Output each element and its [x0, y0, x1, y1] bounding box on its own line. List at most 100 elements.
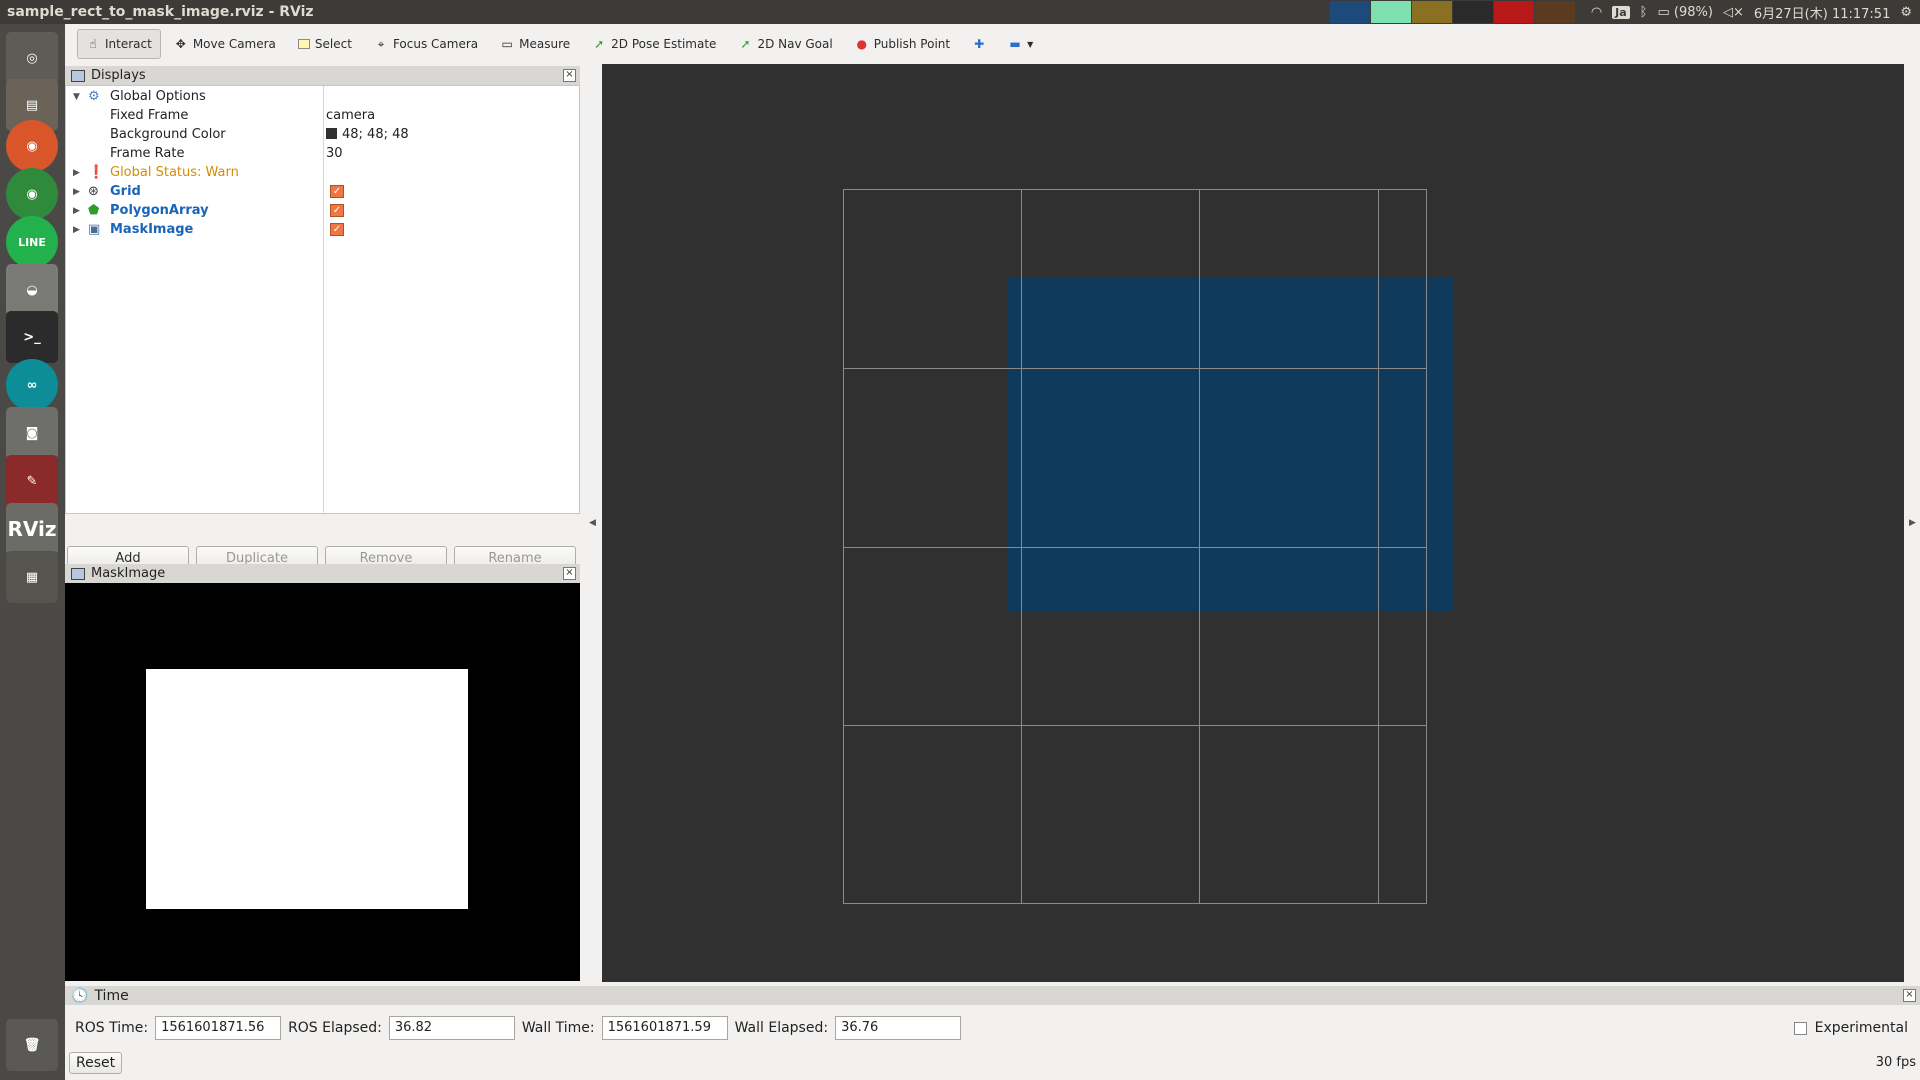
polygon-array-fill	[1008, 278, 1454, 611]
rviz-icon[interactable]: RViz	[6, 503, 58, 555]
tool-move-camera[interactable]: ✥ Move Camera	[165, 29, 285, 59]
property-key: Background Color	[110, 127, 226, 142]
wifi-icon[interactable]: ◠	[1591, 5, 1602, 20]
property-value[interactable]: 48; 48; 48	[326, 127, 409, 142]
add-tool-button[interactable]: ✚	[963, 29, 995, 59]
enabled-checkbox[interactable]: ✓	[330, 204, 344, 217]
move-icon: ✥	[175, 37, 186, 51]
grid-line	[843, 547, 1426, 548]
window-title: sample_rect_to_mask_image.rviz - RViz	[7, 4, 314, 20]
experimental-checkbox[interactable]	[1793, 1021, 1807, 1035]
tree-label: Global Options	[110, 89, 206, 104]
pin-icon: ●	[856, 37, 867, 51]
fps-readout: 30 fps	[1875, 1055, 1916, 1070]
collapse-right-icon[interactable]: ▶	[1909, 518, 1916, 528]
tool-measure[interactable]: ▭ Measure	[491, 29, 579, 59]
grid-line	[1378, 189, 1379, 904]
close-icon[interactable]: ×	[563, 567, 576, 580]
close-icon[interactable]: ×	[1903, 989, 1916, 1002]
tree-row-background-color[interactable]: Background Color 48; 48; 48	[66, 125, 581, 144]
system-monitor[interactable]	[1329, 1, 1575, 23]
property-key: Frame Rate	[110, 146, 185, 161]
tool-select[interactable]: Select	[289, 29, 361, 59]
tool-interact[interactable]: ☝ Interact	[77, 29, 161, 59]
ros-time-label: ROS Time:	[75, 1020, 149, 1036]
expand-right-icon[interactable]: ▶	[73, 225, 83, 235]
panel-title-text: MaskImage	[91, 566, 166, 581]
expand-right-icon[interactable]: ▶	[73, 168, 83, 178]
tree-row-maskimage[interactable]: ▶ ▣ MaskImage ✓	[66, 220, 581, 239]
tree-row-global-status[interactable]: ▶ ❗ Global Status: Warn	[66, 163, 581, 182]
enabled-checkbox[interactable]: ✓	[330, 223, 344, 236]
wall-time-label: Wall Time:	[521, 1020, 595, 1036]
displays-panel: Displays × ▼ ⚙ Global Options Fixed Fram…	[65, 66, 581, 570]
tree-label: MaskImage	[110, 222, 194, 237]
bluetooth-icon[interactable]: ᛒ	[1640, 5, 1648, 20]
tool-2d-pose-estimate[interactable]: ➚ 2D Pose Estimate	[583, 29, 725, 59]
select-icon	[297, 39, 310, 49]
expand-down-icon[interactable]: ▼	[73, 92, 83, 102]
displays-tree[interactable]: ▼ ⚙ Global Options Fixed Frame camera Ba…	[65, 85, 581, 515]
tool-2d-nav-goal[interactable]: ➚ 2D Nav Goal	[729, 29, 841, 59]
ros-elapsed-field[interactable]: 36.82	[388, 1016, 515, 1040]
tool-publish-point[interactable]: ● Publish Point	[846, 29, 959, 59]
workspaces-icon[interactable]: ▦	[6, 551, 58, 603]
keyboard-language-indicator[interactable]: Ja	[1612, 5, 1630, 19]
enabled-checkbox[interactable]: ✓	[330, 185, 344, 198]
ros-time-field[interactable]: 1561601871.56	[155, 1016, 282, 1040]
clock-icon: 🕓	[71, 987, 89, 1004]
monitor-icon	[71, 69, 85, 82]
firefox-icon[interactable]: ◉	[6, 120, 58, 172]
wall-time-field[interactable]: 1561601871.59	[601, 1016, 728, 1040]
panel-title-text: Displays	[91, 68, 146, 83]
collapse-left-icon[interactable]: ◀	[589, 518, 596, 528]
minus-icon: ▬	[1009, 37, 1021, 51]
grid-icon: ⊛	[88, 184, 99, 199]
tool-focus-camera[interactable]: ⌖ Focus Camera	[365, 29, 487, 59]
grid-line	[843, 903, 1426, 904]
ruler-icon: ▭	[501, 37, 513, 51]
expand-right-icon[interactable]: ▶	[73, 206, 83, 216]
tree-row-polygonarray[interactable]: ▶ ⬟ PolygonArray ✓	[66, 201, 581, 220]
tree-label: Global Status: Warn	[110, 165, 239, 180]
experimental-option[interactable]: Experimental	[1793, 1020, 1908, 1036]
wall-elapsed-label: Wall Elapsed:	[734, 1020, 829, 1036]
tree-row-frame-rate[interactable]: Frame Rate 30	[66, 144, 581, 163]
close-icon[interactable]: ×	[563, 69, 576, 82]
image-icon	[71, 567, 85, 580]
reset-button[interactable]: Reset	[69, 1052, 123, 1074]
line-icon[interactable]: LINE	[6, 216, 58, 268]
property-value[interactable]: camera	[326, 108, 375, 123]
ubuntu-dash-icon[interactable]: ◎	[6, 32, 58, 84]
clock[interactable]: 6月27日(木) 11:17:51	[1754, 3, 1890, 22]
tree-row-global-options[interactable]: ▼ ⚙ Global Options	[66, 87, 581, 106]
3d-viewport[interactable]	[602, 64, 1904, 982]
indicator-area: ◠ Ja ᛒ ▭ (98%) ◁× 6月27日(木) 11:17:51 ⚙	[1329, 0, 1920, 24]
wall-elapsed-field[interactable]: 36.76	[835, 1016, 962, 1040]
tree-row-fixed-frame[interactable]: Fixed Frame camera	[66, 106, 581, 125]
terminal-icon[interactable]: >_	[6, 311, 58, 363]
remove-tool-button[interactable]: ▬ ▼	[999, 29, 1042, 59]
tree-label: Grid	[110, 184, 141, 199]
camera-icon[interactable]: ◙	[6, 407, 58, 459]
property-key: Fixed Frame	[110, 108, 189, 123]
trash-icon[interactable]: 🗑	[6, 1019, 58, 1071]
system-settings-icon[interactable]: ✎	[6, 455, 58, 507]
focus-icon: ⌖	[377, 36, 385, 51]
arduino-icon[interactable]: ∞	[6, 359, 58, 411]
gear-icon[interactable]: ⚙	[1900, 5, 1912, 20]
hand-icon: ☝	[89, 37, 97, 51]
rviz-window: ☝ Interact ✥ Move Camera Select ⌖ Focus Cam…	[65, 24, 1920, 1080]
chrome-icon[interactable]: ◉	[6, 168, 58, 220]
battery-indicator[interactable]: ▭ (98%)	[1657, 5, 1712, 20]
grid-line	[1199, 189, 1200, 904]
property-value[interactable]: 30	[326, 146, 343, 161]
maskimage-panel-title: MaskImage ×	[65, 564, 580, 583]
expand-right-icon[interactable]: ▶	[73, 187, 83, 197]
green-arrow-icon: ➚	[740, 37, 751, 51]
grid-line	[843, 189, 1426, 190]
disk-icon[interactable]: ◒	[6, 264, 58, 316]
volume-icon[interactable]: ◁×	[1723, 5, 1744, 20]
tree-row-grid[interactable]: ▶ ⊛ Grid ✓	[66, 182, 581, 201]
grid-line	[1426, 189, 1427, 904]
